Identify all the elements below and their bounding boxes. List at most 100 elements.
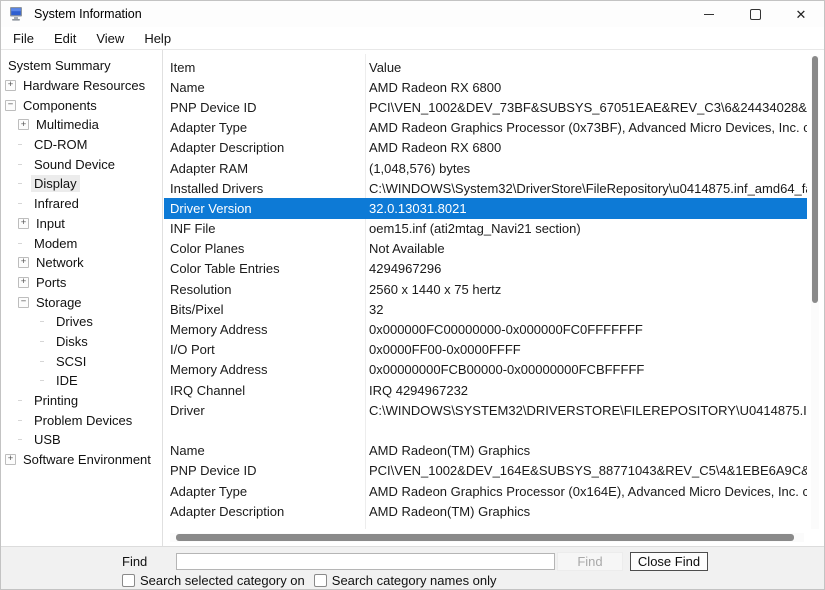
table-row[interactable]: Color PlanesNot Available xyxy=(164,239,807,259)
category-tree: System Summary Hardware Resources Compon… xyxy=(1,50,163,547)
sidebar-item-label: Modem xyxy=(31,235,80,252)
list-header: Item Value xyxy=(164,57,807,77)
table-row[interactable]: Adapter DescriptionAMD Radeon(TM) Graphi… xyxy=(164,501,807,521)
horizontal-scrollbar[interactable] xyxy=(170,533,804,542)
sidebar-item-label: Input xyxy=(33,215,68,232)
table-row[interactable]: Memory Address0x00000000FCB00000-0x00000… xyxy=(164,360,807,380)
sidebar-item-label: Disks xyxy=(53,333,91,350)
sidebar-item-drives[interactable]: Drives xyxy=(1,312,162,332)
sidebar-item-label: Problem Devices xyxy=(31,412,135,429)
tree-leaf-dash xyxy=(18,239,27,248)
table-row[interactable]: PNP Device IDPCI\VEN_1002&DEV_73BF&SUBSY… xyxy=(164,97,807,117)
sidebar-item-ports[interactable]: Ports xyxy=(1,273,162,293)
maximize-button[interactable] xyxy=(732,1,778,27)
sidebar-item-network[interactable]: Network xyxy=(1,253,162,273)
tree-leaf-dash xyxy=(40,337,49,346)
close-icon: ✕ xyxy=(796,8,807,21)
table-row[interactable]: I/O Port0x0000FF00-0x0000FFFF xyxy=(164,340,807,360)
tree-expand-icon[interactable] xyxy=(5,80,16,91)
sidebar-item-label: Ports xyxy=(33,274,69,291)
table-row[interactable]: Adapter RAM(1,048,576) bytes xyxy=(164,158,807,178)
horizontal-scrollbar-thumb[interactable] xyxy=(176,534,794,541)
sidebar-item-label: Display xyxy=(31,175,80,192)
menu-help[interactable]: Help xyxy=(134,29,181,48)
sidebar-item-scsi[interactable]: SCSI xyxy=(1,351,162,371)
tree-collapse-icon[interactable] xyxy=(5,100,16,111)
table-row[interactable]: Bits/Pixel32 xyxy=(164,299,807,319)
search-category-names-label: Search category names only xyxy=(332,573,497,588)
tree-expand-icon[interactable] xyxy=(5,454,16,465)
close-find-button[interactable]: Close Find xyxy=(630,552,708,571)
search-category-names-checkbox[interactable] xyxy=(314,574,327,587)
sidebar-item-cdrom[interactable]: CD-ROM xyxy=(1,135,162,155)
sidebar-item-printing[interactable]: Printing xyxy=(1,391,162,411)
table-row[interactable]: Resolution2560 x 1440 x 75 hertz xyxy=(164,279,807,299)
sidebar-item-sound-device[interactable]: Sound Device xyxy=(1,154,162,174)
sidebar-item-hardware-resources[interactable]: Hardware Resources xyxy=(1,76,162,96)
app-icon xyxy=(9,6,25,22)
sidebar-item-label: IDE xyxy=(53,372,81,389)
tree-expand-icon[interactable] xyxy=(18,119,29,130)
minimize-icon xyxy=(704,14,714,15)
sidebar-item-label: System Summary xyxy=(5,57,114,74)
sidebar-item-disks[interactable]: Disks xyxy=(1,332,162,352)
vertical-scrollbar-thumb[interactable] xyxy=(812,56,818,303)
tree-leaf-dash xyxy=(18,396,27,405)
table-row[interactable]: Adapter TypeAMD Radeon Graphics Processo… xyxy=(164,118,807,138)
column-header-item[interactable]: Item xyxy=(164,60,366,75)
sidebar-item-label: Network xyxy=(33,254,87,271)
sidebar-item-input[interactable]: Input xyxy=(1,214,162,234)
table-row[interactable]: NameAMD Radeon RX 6800 xyxy=(164,77,807,97)
vertical-scrollbar[interactable] xyxy=(811,56,819,529)
minimize-button[interactable] xyxy=(686,1,732,27)
sidebar-item-software-environment[interactable]: Software Environment xyxy=(1,450,162,470)
sidebar-item-label: Infrared xyxy=(31,195,82,212)
sidebar-item-components[interactable]: Components xyxy=(1,95,162,115)
find-input[interactable] xyxy=(176,553,555,570)
tree-leaf-dash xyxy=(18,140,27,149)
table-row-selected[interactable]: Driver Version32.0.13031.8021 xyxy=(164,198,807,218)
sidebar-item-label: Components xyxy=(20,97,100,114)
table-row[interactable]: Adapter DescriptionAMD Radeon RX 6800 xyxy=(164,138,807,158)
table-row[interactable]: INF Fileoem15.inf (ati2mtag_Navi21 secti… xyxy=(164,219,807,239)
find-button[interactable]: Find xyxy=(557,552,623,571)
table-row[interactable]: Memory Address0x000000FC00000000-0x00000… xyxy=(164,319,807,339)
sidebar-item-label: Printing xyxy=(31,392,81,409)
sidebar-item-display[interactable]: Display xyxy=(1,174,162,194)
sidebar-item-system-summary[interactable]: System Summary xyxy=(1,56,162,76)
sidebar-item-problem-devices[interactable]: Problem Devices xyxy=(1,410,162,430)
sidebar-item-infrared[interactable]: Infrared xyxy=(1,194,162,214)
sidebar-item-label: Storage xyxy=(33,294,85,311)
sidebar-item-label: Drives xyxy=(53,313,96,330)
table-row[interactable]: IRQ ChannelIRQ 4294967232 xyxy=(164,380,807,400)
table-row[interactable]: Installed DriversC:\WINDOWS\System32\Dri… xyxy=(164,178,807,198)
sidebar-item-modem[interactable]: Modem xyxy=(1,233,162,253)
menu-bar: File Edit View Help xyxy=(1,27,824,50)
sidebar-item-storage[interactable]: Storage xyxy=(1,292,162,312)
tree-leaf-dash xyxy=(40,376,49,385)
table-row[interactable]: DriverC:\WINDOWS\SYSTEM32\DRIVERSTORE\FI… xyxy=(164,400,807,420)
table-row[interactable]: Adapter TypeAMD Radeon Graphics Processo… xyxy=(164,481,807,501)
search-selected-category-checkbox[interactable] xyxy=(122,574,135,587)
tree-collapse-icon[interactable] xyxy=(18,297,29,308)
menu-file[interactable]: File xyxy=(3,29,44,48)
sidebar-item-label: SCSI xyxy=(53,353,89,370)
table-row[interactable]: NameAMD Radeon(TM) Graphics xyxy=(164,441,807,461)
tree-expand-icon[interactable] xyxy=(18,218,29,229)
sidebar-item-usb[interactable]: USB xyxy=(1,430,162,450)
tree-expand-icon[interactable] xyxy=(18,277,29,288)
tree-leaf-dash xyxy=(18,160,27,169)
menu-edit[interactable]: Edit xyxy=(44,29,86,48)
close-button[interactable]: ✕ xyxy=(778,1,824,27)
table-row[interactable]: PNP Device IDPCI\VEN_1002&DEV_164E&SUBSY… xyxy=(164,461,807,481)
column-header-value[interactable]: Value xyxy=(369,60,807,75)
tree-expand-icon[interactable] xyxy=(18,257,29,268)
sidebar-item-multimedia[interactable]: Multimedia xyxy=(1,115,162,135)
sidebar-item-ide[interactable]: IDE xyxy=(1,371,162,391)
sidebar-item-label: CD-ROM xyxy=(31,136,90,153)
tree-leaf-dash xyxy=(18,199,27,208)
tree-leaf-dash xyxy=(18,416,27,425)
menu-view[interactable]: View xyxy=(86,29,134,48)
sidebar-item-label: Software Environment xyxy=(20,451,154,468)
table-row[interactable]: Color Table Entries4294967296 xyxy=(164,259,807,279)
